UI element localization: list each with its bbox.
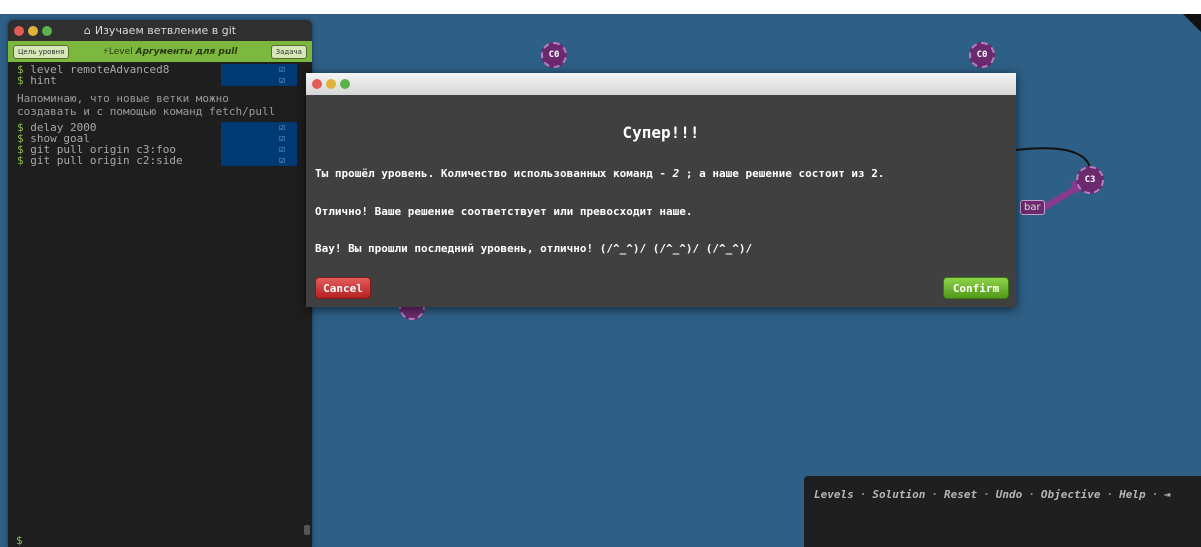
terminal-titlebar: ⌂ Изучаем ветвление в git — [8, 20, 312, 41]
terminal-window: ⌂ Изучаем ветвление в git Цель уровня ⚡Le… — [8, 20, 312, 547]
commit-node-c0-left[interactable]: C0 — [541, 42, 567, 68]
done-highlight — [221, 64, 297, 75]
checkmark-icon: ☑ — [279, 133, 286, 144]
level-label: ⚡Level Аргументы для pull — [103, 47, 238, 57]
terminal-title-text: Изучаем ветвление в git — [94, 24, 237, 37]
separator: · — [859, 488, 867, 501]
command-input-prompt[interactable]: $ — [16, 534, 23, 547]
history-command: hint — [30, 74, 57, 87]
commit-node-c3[interactable]: C3 — [1076, 166, 1104, 194]
separator: · — [1106, 488, 1114, 501]
commit-label: C0 — [976, 50, 988, 60]
reset-link[interactable]: Reset — [944, 488, 977, 501]
checkmark-icon: ☑ — [279, 144, 286, 155]
prompt-symbol: $ — [17, 154, 24, 167]
goal-button[interactable]: Цель уровня — [13, 44, 70, 59]
history-line: $ hint ☑ — [8, 75, 312, 86]
level-prefix: Level — [108, 46, 133, 57]
checkmark-icon: ☑ — [279, 155, 286, 166]
corner-arrow-icon — [1183, 14, 1201, 32]
home-icon: ⌂ — [83, 24, 91, 37]
top-strip — [0, 0, 1201, 14]
terminal-scrollbar[interactable] — [304, 525, 310, 535]
commit-label: C3 — [1084, 175, 1096, 185]
level-complete-dialog: Супер!!! Ты прошёл уровень. Количество и… — [306, 73, 1016, 307]
message-text: ; а наше решение состоит из 2. — [679, 167, 885, 180]
checkmark-icon: ☑ — [279, 122, 286, 133]
done-highlight — [221, 133, 297, 144]
terminal-title: ⌂ Изучаем ветвление в git — [8, 24, 312, 37]
done-highlight — [221, 155, 297, 166]
hint-line: Напоминаю, что новые ветки можно — [17, 92, 229, 105]
done-highlight — [221, 144, 297, 155]
level-name: Аргументы для pull — [135, 46, 238, 57]
confirm-button[interactable]: Confirm — [943, 277, 1009, 299]
separator: · — [931, 488, 938, 501]
separator: · — [1151, 488, 1159, 501]
cancel-button[interactable]: Cancel — [315, 277, 371, 299]
terminal-history: $ level remoteAdvanced8 ☑ $ hint ☑ Напомин… — [8, 62, 312, 166]
branch-tag-bar[interactable]: bar — [1020, 200, 1045, 215]
command-panel-links: Levels · Solution · Reset · Undo · Objective · Hel… — [814, 488, 1171, 501]
dialog-message-solution: Отлично! Ваше решение соответствует или … — [315, 205, 693, 218]
objective-link[interactable]: Objective — [1041, 488, 1101, 501]
task-button[interactable]: Задача — [270, 44, 307, 59]
maximize-dot-icon[interactable] — [340, 79, 350, 89]
history-command: git pull origin c2:side — [30, 154, 183, 167]
hint-line: создавать и с помощью команд fetch/pull — [17, 105, 276, 118]
commit-node-c0-right[interactable]: C0 — [969, 42, 995, 68]
done-highlight — [221, 122, 297, 133]
solution-link[interactable]: Solution — [872, 488, 925, 501]
level-bar: Цель уровня ⚡Level Аргументы для pull За… — [8, 41, 312, 62]
dialog-heading: Супер!!! — [622, 123, 700, 142]
close-dot-icon[interactable] — [312, 79, 322, 89]
dialog-message-commands: Ты прошёл уровень. Количество использова… — [315, 167, 885, 180]
help-link[interactable]: Help — [1119, 488, 1146, 501]
done-highlight — [221, 75, 297, 86]
checkmark-icon: ☑ — [279, 75, 286, 86]
window-controls — [312, 79, 350, 89]
minimize-dot-icon[interactable] — [326, 79, 336, 89]
separator: · — [1028, 488, 1035, 501]
checkmark-icon: ☑ — [279, 64, 286, 75]
commit-label: C0 — [548, 50, 560, 60]
dialog-titlebar — [306, 73, 1016, 95]
message-text: Ты прошёл уровень. Количество использова… — [315, 167, 673, 180]
prompt-symbol: $ — [17, 74, 24, 87]
dialog-message-finish: Вау! Вы прошли последний уровень, отличн… — [315, 242, 753, 255]
hint-note: Напоминаю, что новые ветки можно создават… — [8, 86, 312, 122]
separator: · — [983, 488, 990, 501]
exit-icon[interactable]: ⇥ — [1164, 488, 1171, 501]
levels-link[interactable]: Levels — [814, 488, 854, 501]
undo-link[interactable]: Undo — [996, 488, 1023, 501]
history-line: $ git pull origin c2:side ☑ — [8, 155, 312, 166]
command-panel: Levels · Solution · Reset · Undo · Objective · Hel… — [804, 476, 1201, 547]
